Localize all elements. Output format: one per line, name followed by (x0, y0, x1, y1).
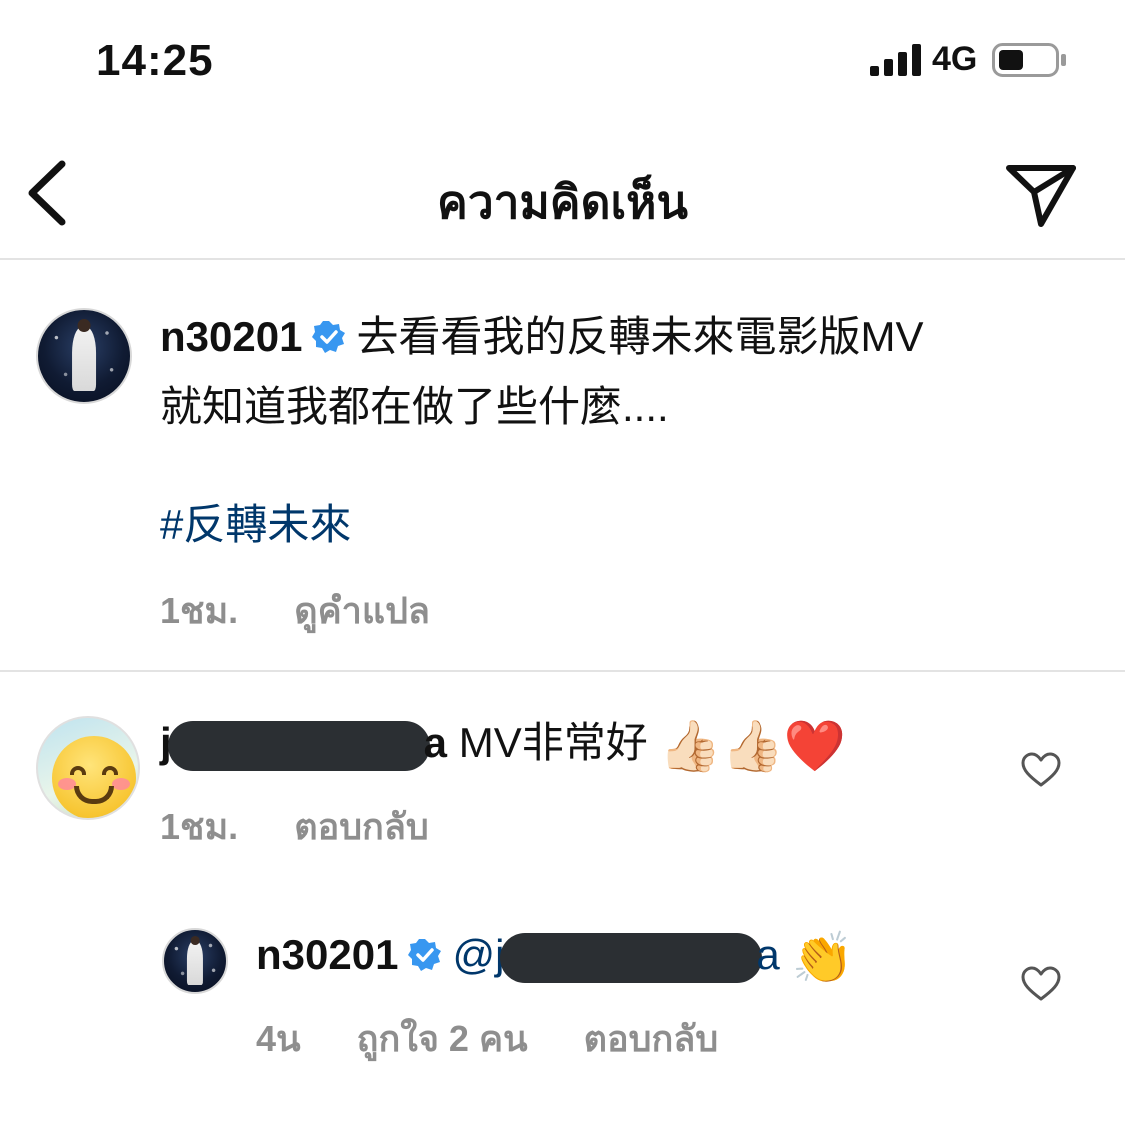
verified-badge-icon (312, 320, 346, 353)
like-heart-icon[interactable] (1021, 752, 1061, 788)
thumbs-up-emoji: 👍🏻 (659, 717, 722, 774)
reply-button[interactable]: ตอบกลับ (584, 1018, 719, 1059)
commenter-avatar[interactable] (36, 716, 140, 820)
cellular-signal-icon (870, 44, 921, 76)
see-translation-button[interactable]: ดูคำแปล (294, 590, 430, 631)
red-heart-emoji: ❤️ (783, 717, 847, 774)
post-caption: n30201 去看看我的反轉未來電影版MV 就知道我都在做了些什麼.... #反… (160, 302, 1090, 560)
network-type: 4G (932, 40, 978, 78)
post-hashtag[interactable]: #反轉未來 (160, 490, 1090, 560)
page-title: ความคิดเห็น (437, 176, 688, 228)
post-author-avatar[interactable] (36, 308, 132, 404)
post-time: 1ชม. (160, 590, 239, 631)
header: ความคิดเห็น (0, 130, 1125, 260)
comment-time: 1ชม. (160, 806, 239, 847)
battery-icon (992, 43, 1066, 77)
thumbs-up-emoji: 👍🏻 (721, 717, 784, 774)
mention-start[interactable]: @j (452, 931, 504, 978)
post-username[interactable]: n30201 (160, 313, 302, 360)
reply-time: 4น (256, 1018, 301, 1059)
comment-text: MV非常好 (458, 719, 648, 766)
comment-item: ja MV非常好 👍🏻👍🏻❤️ (160, 708, 1000, 778)
clapping-hands-emoji: 👏 (791, 929, 854, 986)
comment-meta: 1ชม. ตอบกลับ (160, 798, 475, 855)
likes-count-link[interactable]: ถูกใจ 2 คน (357, 1018, 528, 1059)
post-meta: 1ชม. ดูคำแปล (160, 582, 476, 639)
post-caption-line1: 去看看我的反轉未來電影版MV (356, 313, 924, 360)
smiling-face-icon (52, 736, 136, 818)
commenter-username-end[interactable]: a (424, 719, 447, 766)
reply-author-avatar[interactable] (162, 928, 228, 994)
reply-button[interactable]: ตอบกลับ (294, 806, 429, 847)
send-icon[interactable] (1004, 160, 1078, 228)
redaction-bar (500, 932, 763, 983)
divider (0, 670, 1125, 672)
verified-badge-icon (408, 938, 442, 971)
status-bar: 14:25 4G (0, 0, 1125, 120)
reply-item: n30201 @j a 👏 (256, 920, 976, 990)
like-heart-icon[interactable] (1021, 966, 1061, 1002)
reply-meta: 4น ถูกใจ 2 คน ตอบกลับ (256, 1010, 764, 1067)
reply-username[interactable]: n30201 (256, 931, 398, 978)
post-caption-line2: 就知道我都在做了些什麼.... (160, 383, 669, 430)
redaction-bar (167, 720, 430, 771)
status-time: 14:25 (96, 36, 214, 85)
mention-end[interactable]: a (756, 931, 779, 978)
